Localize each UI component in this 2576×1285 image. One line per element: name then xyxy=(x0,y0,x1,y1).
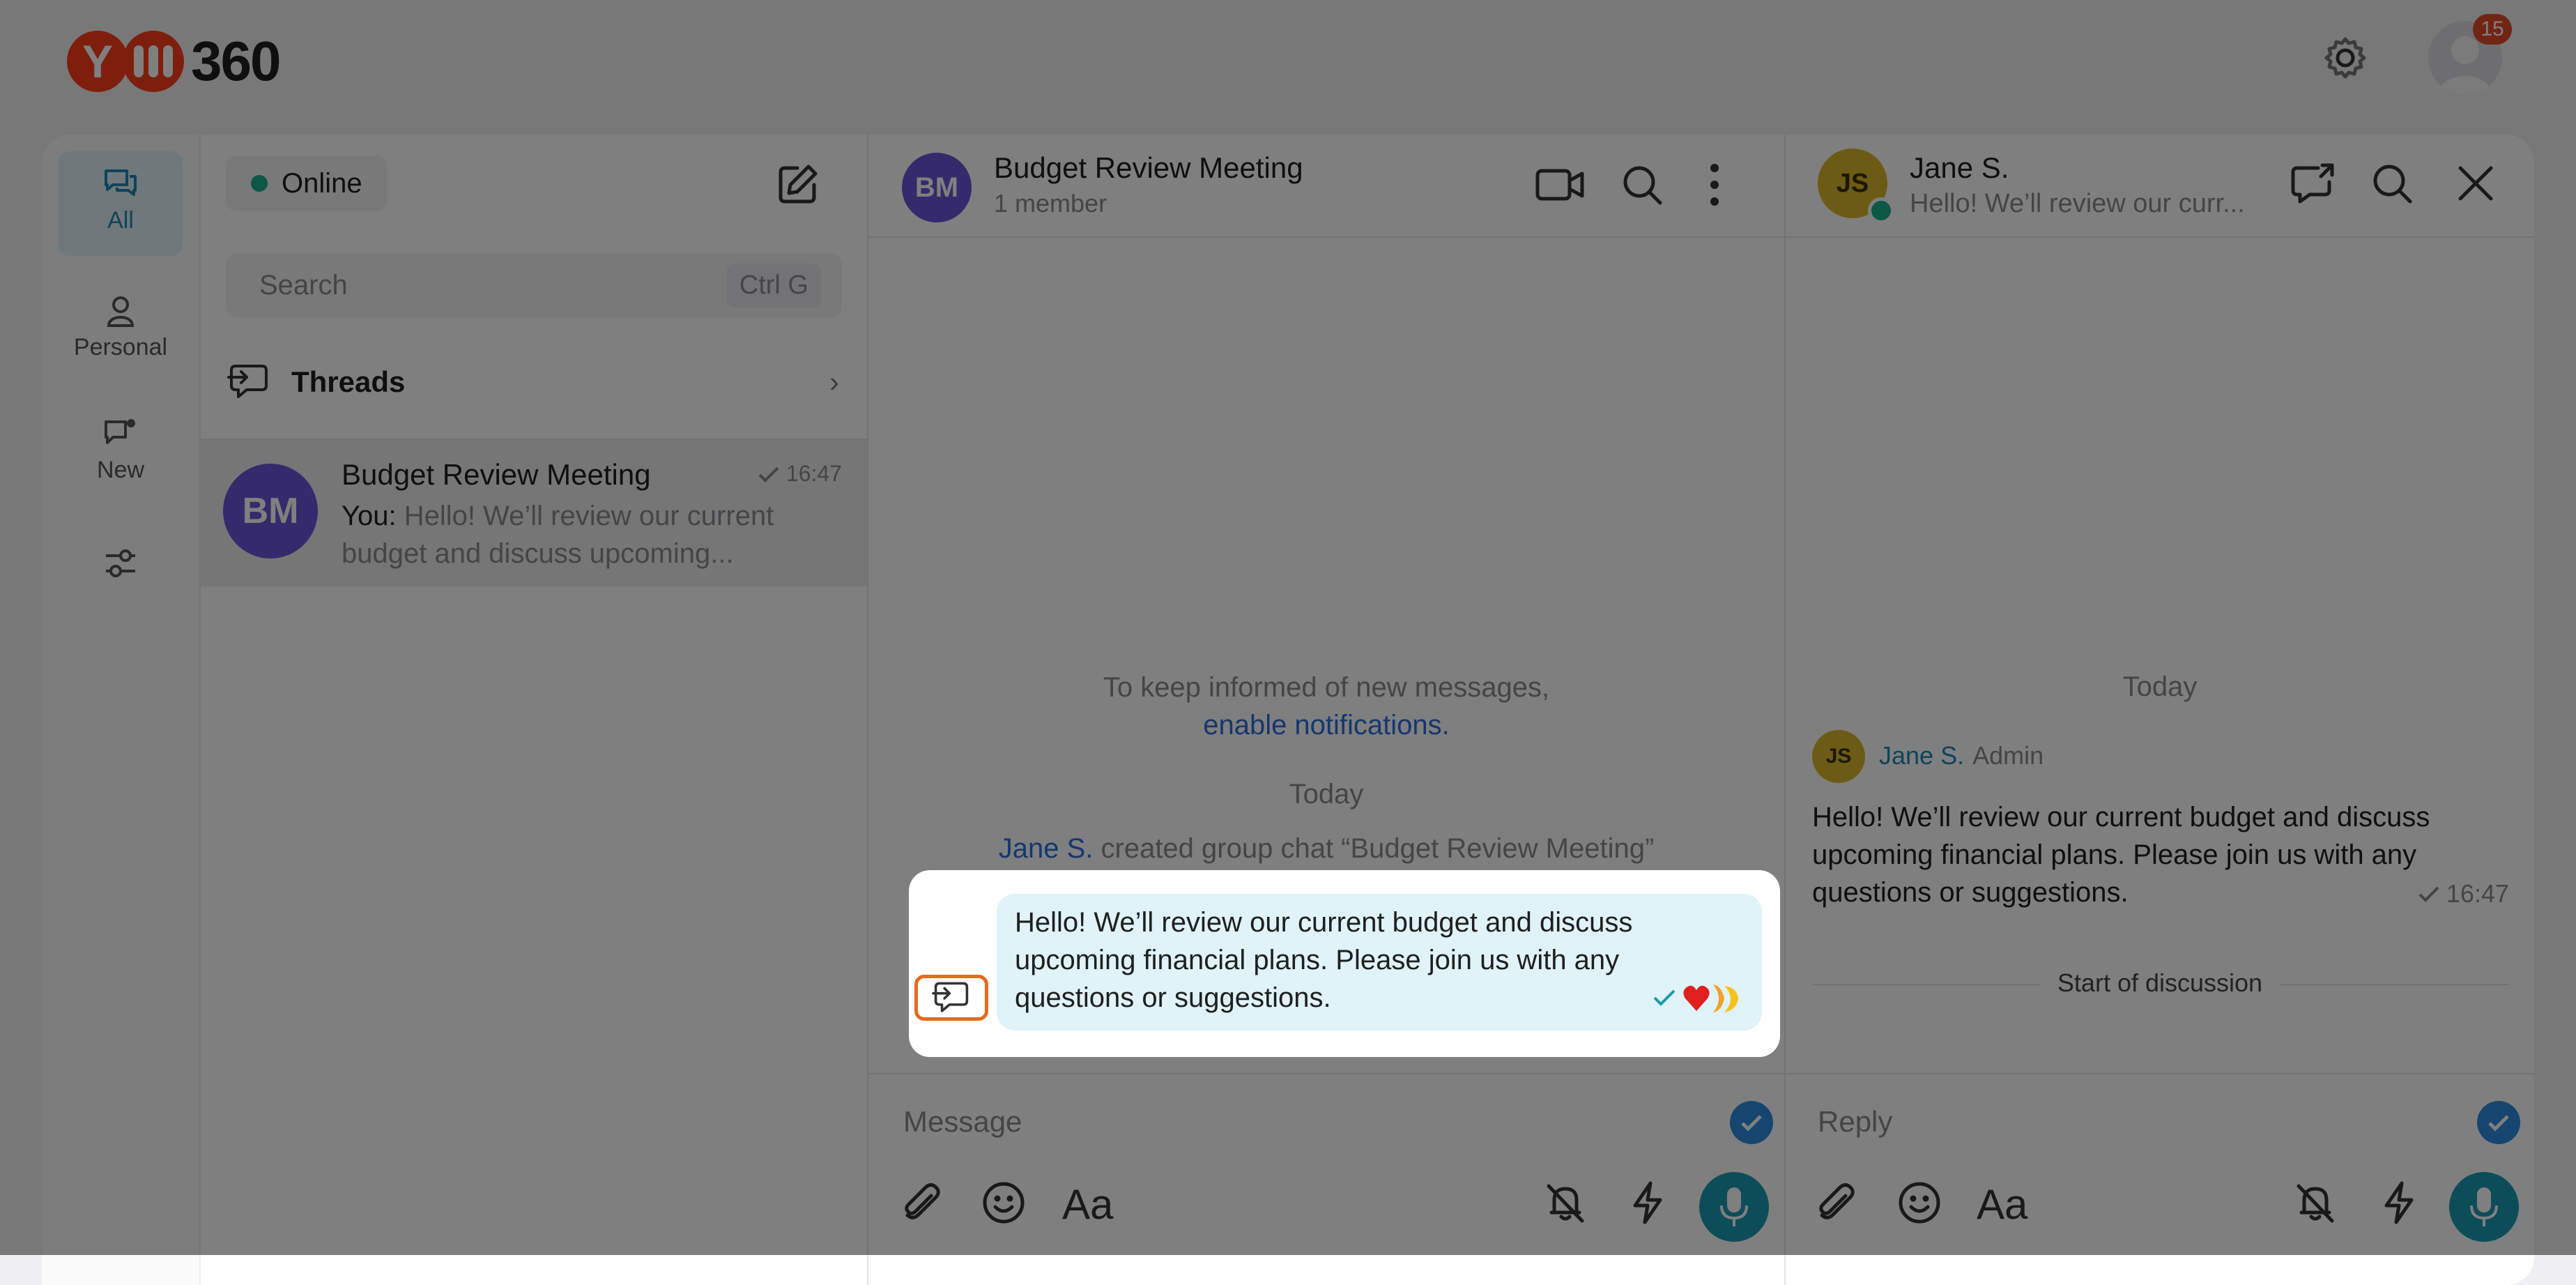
read-check-icon xyxy=(1653,989,1676,1006)
message-line2: upcoming financial plans. Please join us… xyxy=(1015,945,1620,975)
thread-reply-icon xyxy=(932,982,969,1012)
message-bubble[interactable]: Hello! We’ll review our current budget a… xyxy=(997,894,1762,1031)
message-line1: Hello! We’ll review our current budget a… xyxy=(1015,907,1633,938)
message-meta xyxy=(1652,980,1744,1015)
highlighted-message-card: Hello! We’ll review our current budget a… xyxy=(909,870,1780,1057)
reactions-icon[interactable] xyxy=(1681,980,1744,1015)
spotlight-overlay xyxy=(0,0,2576,1255)
message-text: Hello! We’ll review our current budget a… xyxy=(1015,904,1632,1017)
message-line3: questions or suggestions. xyxy=(1015,982,1331,1013)
reply-in-thread-button[interactable] xyxy=(914,975,988,1021)
